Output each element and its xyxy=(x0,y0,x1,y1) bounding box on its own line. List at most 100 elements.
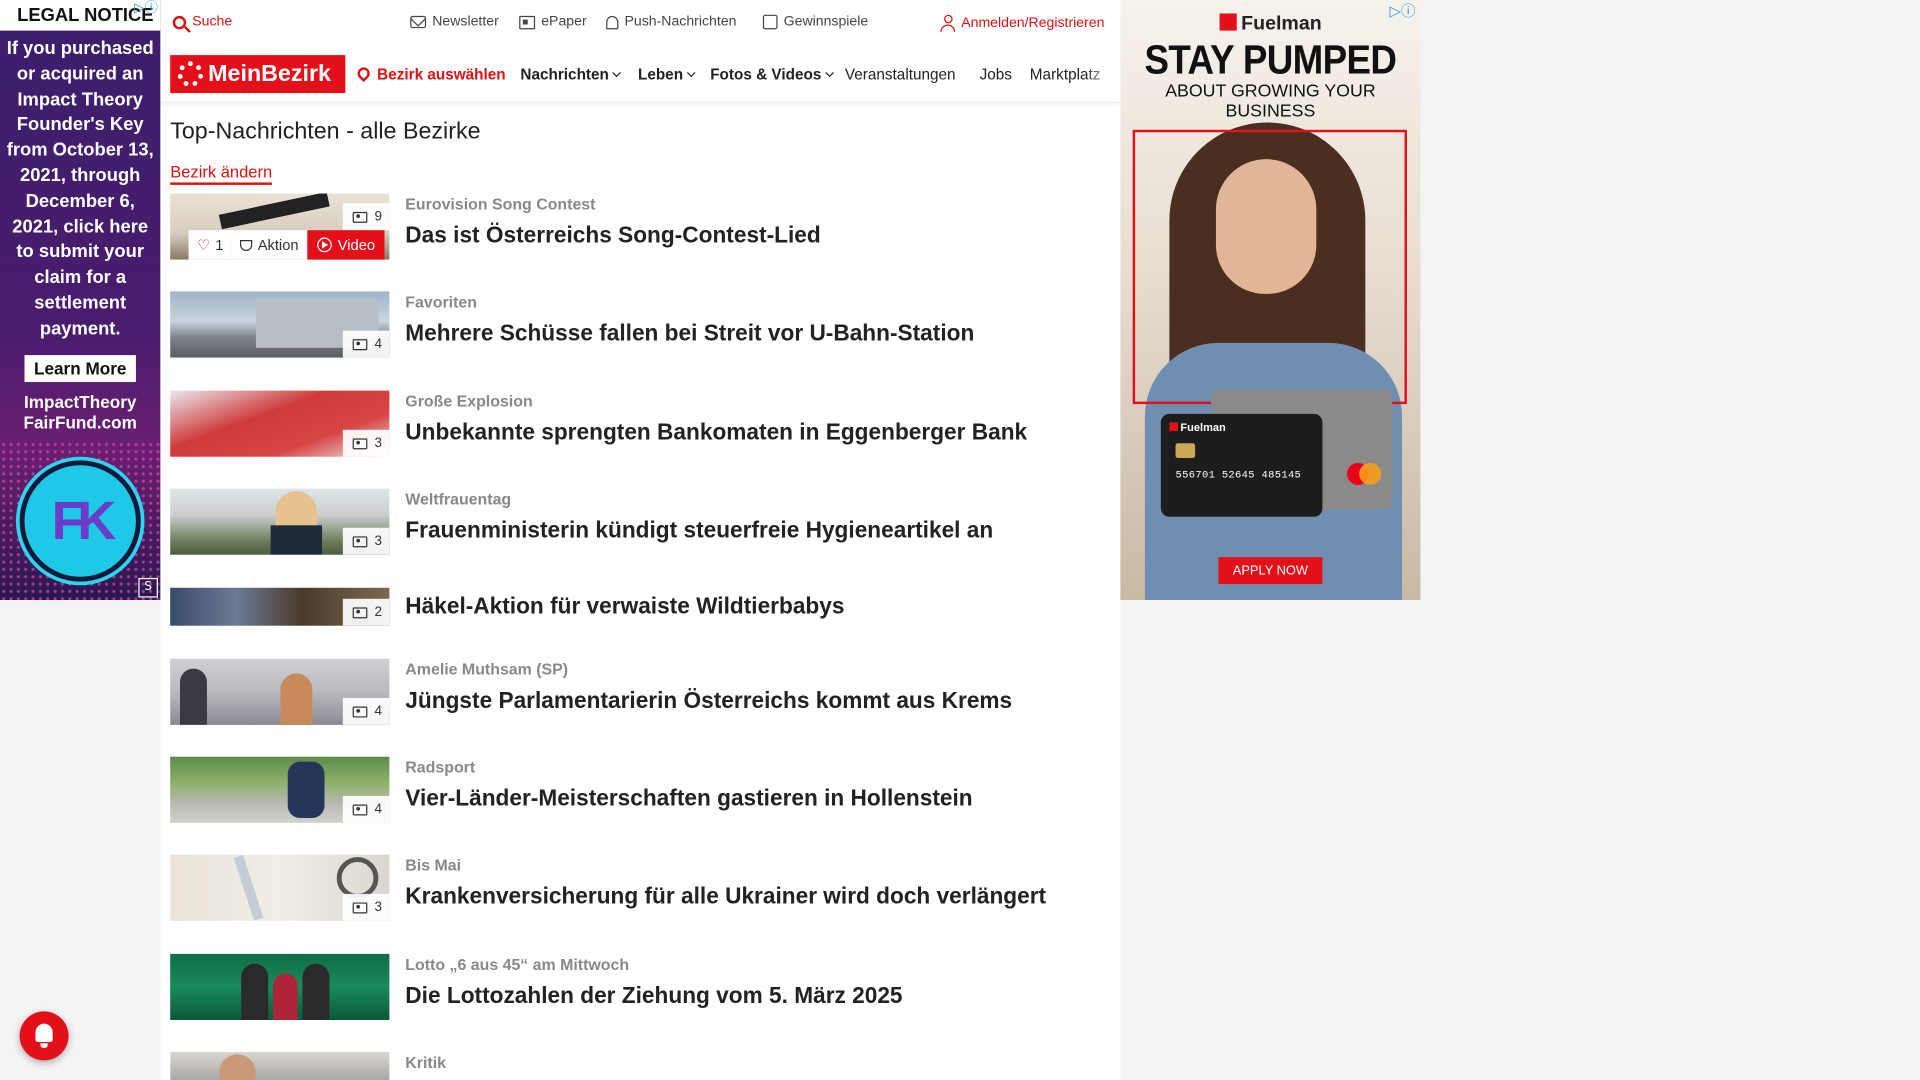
mail-icon xyxy=(410,15,427,29)
heart-icon: ♡ xyxy=(197,236,211,254)
article-thumbnail[interactable]: 3 xyxy=(170,488,390,555)
newspaper-icon xyxy=(519,15,536,29)
article-item[interactable]: 4 Amelie Muthsam (SP) Jüngste Parlamenta… xyxy=(170,658,1113,728)
play-icon xyxy=(316,237,332,253)
article-thumbnail[interactable]: 3 xyxy=(170,390,390,457)
top-utility-bar: Suche Newsletter ePaper Push-Nachrichten… xyxy=(160,0,1120,47)
image-count: 2 xyxy=(342,598,390,626)
ad-headline: STAY PUMPED xyxy=(1144,38,1397,83)
article-kicker: Eurovision Song Contest xyxy=(405,194,596,214)
article-thumbnail[interactable] xyxy=(170,1051,390,1080)
ad-apply-button[interactable]: APPLY NOW xyxy=(1218,557,1323,585)
gift-icon xyxy=(762,14,778,30)
camera-icon xyxy=(352,437,368,449)
nav-nachrichten[interactable]: Nachrichten xyxy=(520,66,622,83)
article-title[interactable]: Unbekannte sprengten Bankomaten in Eggen… xyxy=(405,419,1027,446)
ad-site-text: ImpactTheory FairFund.com xyxy=(23,391,137,432)
camera-icon xyxy=(352,606,368,618)
notification-bell-button[interactable] xyxy=(19,1011,69,1061)
article-item[interactable]: 2 Häkel-Aktion für verwaiste Wildtierbab… xyxy=(170,587,1113,657)
article-item[interactable]: 9 ♡ 1 Aktion Video Eurovision Song Contes… xyxy=(170,193,1113,262)
camera-icon xyxy=(352,211,368,223)
article-kicker: Kritik xyxy=(405,1053,447,1072)
newsletter-link[interactable]: Newsletter xyxy=(410,15,499,29)
article-thumbnail[interactable]: 4 xyxy=(170,291,390,358)
ad-corner-icon: S xyxy=(138,577,158,598)
article-item[interactable]: 4 Radsport Vier-Länder-Meisterschaften g… xyxy=(170,756,1113,826)
ad-brand: Fuelman xyxy=(1120,12,1420,35)
article-kicker: Amelie Muthsam (SP) xyxy=(405,660,569,679)
action-badge[interactable]: Aktion xyxy=(231,230,308,260)
nav-fotos-videos[interactable]: Fotos & Videos xyxy=(710,66,834,83)
nav-jobs[interactable]: Jobs xyxy=(980,66,1012,83)
article-thumbnail[interactable] xyxy=(170,953,390,1021)
image-count: 9 xyxy=(342,203,390,231)
article-badges: ♡ 1 Aktion Video xyxy=(188,230,385,260)
mastercard-icon xyxy=(1346,462,1382,485)
left-ad-banner[interactable]: LEGAL NOTICE ▷ⓘ If you purchased or acqu… xyxy=(0,0,161,601)
article-title[interactable]: Frauenministerin kündigt steuerfreie Hyg… xyxy=(405,517,993,544)
article-item[interactable]: Kritik xyxy=(170,1051,1113,1080)
article-item[interactable]: 3 Weltfrauentag Frauenministerin kündigt… xyxy=(170,488,1113,558)
article-kicker: Radsport xyxy=(405,757,476,777)
search-icon xyxy=(172,15,187,29)
page-title: Top-Nachrichten - alle Bezirke xyxy=(170,118,481,145)
nav-fade xyxy=(1083,46,1121,102)
article-kicker: Favoriten xyxy=(405,292,477,312)
article-title[interactable]: Die Lottozahlen der Ziehung vom 5. März … xyxy=(405,982,902,1009)
article-title[interactable]: Jüngste Parlamentarierin Österreichs kom… xyxy=(405,687,1012,714)
right-ad-banner[interactable]: ▷ⓘ Fuelman STAY PUMPED ABOUT GROWING YOU… xyxy=(1120,0,1421,601)
user-icon xyxy=(940,14,956,32)
camera-icon xyxy=(352,803,368,815)
brand-logo[interactable]: MeinBezirk xyxy=(170,55,346,94)
ad-frame xyxy=(1132,129,1407,405)
article-thumbnail[interactable]: 4 xyxy=(170,658,390,725)
trophy-icon xyxy=(240,239,253,251)
camera-icon xyxy=(352,338,368,350)
article-kicker: Große Explosion xyxy=(405,391,533,411)
article-title[interactable]: Mehrere Schüsse fallen bei Streit vor U-… xyxy=(405,320,974,347)
ad-subheadline: ABOUT GROWING YOUR BUSINESS xyxy=(1165,82,1376,122)
sun-logo-icon xyxy=(177,61,204,87)
ad-fk-logo: FK xyxy=(19,460,141,582)
login-link[interactable]: Anmelden/Registrieren xyxy=(940,14,1104,32)
main-nav: MeinBezirk Bezirk auswählen Nachrichten … xyxy=(160,46,1121,103)
article-kicker: Lotto „6 aus 45“ am Mittwoch xyxy=(405,955,630,974)
nav-leben[interactable]: Leben xyxy=(638,66,696,83)
image-count: 4 xyxy=(342,330,390,358)
location-pin-icon xyxy=(355,64,373,83)
nav-veranstaltungen[interactable]: Veranstaltungen xyxy=(845,66,956,83)
chevron-down-icon xyxy=(686,68,696,78)
change-district-link[interactable]: Bezirk ändern xyxy=(170,163,273,185)
article-kicker: Bis Mai xyxy=(405,855,462,875)
article-title[interactable]: Das ist Österreichs Song-Contest-Lied xyxy=(405,222,820,249)
ad-learn-more-button[interactable]: Learn More xyxy=(24,354,136,382)
video-badge[interactable]: Video xyxy=(307,230,385,260)
camera-icon xyxy=(352,535,368,547)
ad-fuel-card: Fuelman 556701 52645 485145 xyxy=(1160,413,1323,517)
article-title[interactable]: Häkel-Aktion für verwaiste Wildtierbabys xyxy=(405,593,844,620)
article-thumbnail[interactable]: 3 xyxy=(170,854,390,921)
district-select[interactable]: Bezirk auswählen xyxy=(355,64,506,83)
article-kicker: Weltfrauentag xyxy=(405,489,512,509)
likes-badge[interactable]: ♡ 1 xyxy=(188,230,232,260)
chevron-down-icon xyxy=(612,68,622,78)
image-count: 4 xyxy=(342,697,390,725)
camera-icon xyxy=(352,705,368,717)
article-item[interactable]: 3 Große Explosion Unbekannte sprengten B… xyxy=(170,390,1113,460)
article-title[interactable]: Krankenversicherung für alle Ukrainer wi… xyxy=(405,883,1046,910)
article-thumbnail[interactable]: 2 xyxy=(170,587,390,626)
article-thumbnail[interactable]: 4 xyxy=(170,756,390,823)
camera-icon xyxy=(352,901,368,913)
epaper-link[interactable]: ePaper xyxy=(519,15,587,29)
article-item[interactable]: 4 Favoriten Mehrere Schüsse fallen bei S… xyxy=(170,291,1113,360)
adchoices-icon[interactable]: ▷ⓘ xyxy=(126,0,158,16)
games-link[interactable]: Gewinnspiele xyxy=(762,14,868,30)
chevron-down-icon xyxy=(824,68,834,78)
article-item[interactable]: 3 Bis Mai Krankenversicherung für alle U… xyxy=(170,854,1113,924)
search-link[interactable]: Suche xyxy=(172,15,232,29)
image-count: 4 xyxy=(342,795,390,823)
article-title[interactable]: Vier-Länder-Meisterschaften gastieren in… xyxy=(405,785,972,812)
push-link[interactable]: Push-Nachrichten xyxy=(606,15,736,29)
article-item[interactable]: Lotto „6 aus 45“ am Mittwoch Die Lottoza… xyxy=(170,953,1113,1023)
